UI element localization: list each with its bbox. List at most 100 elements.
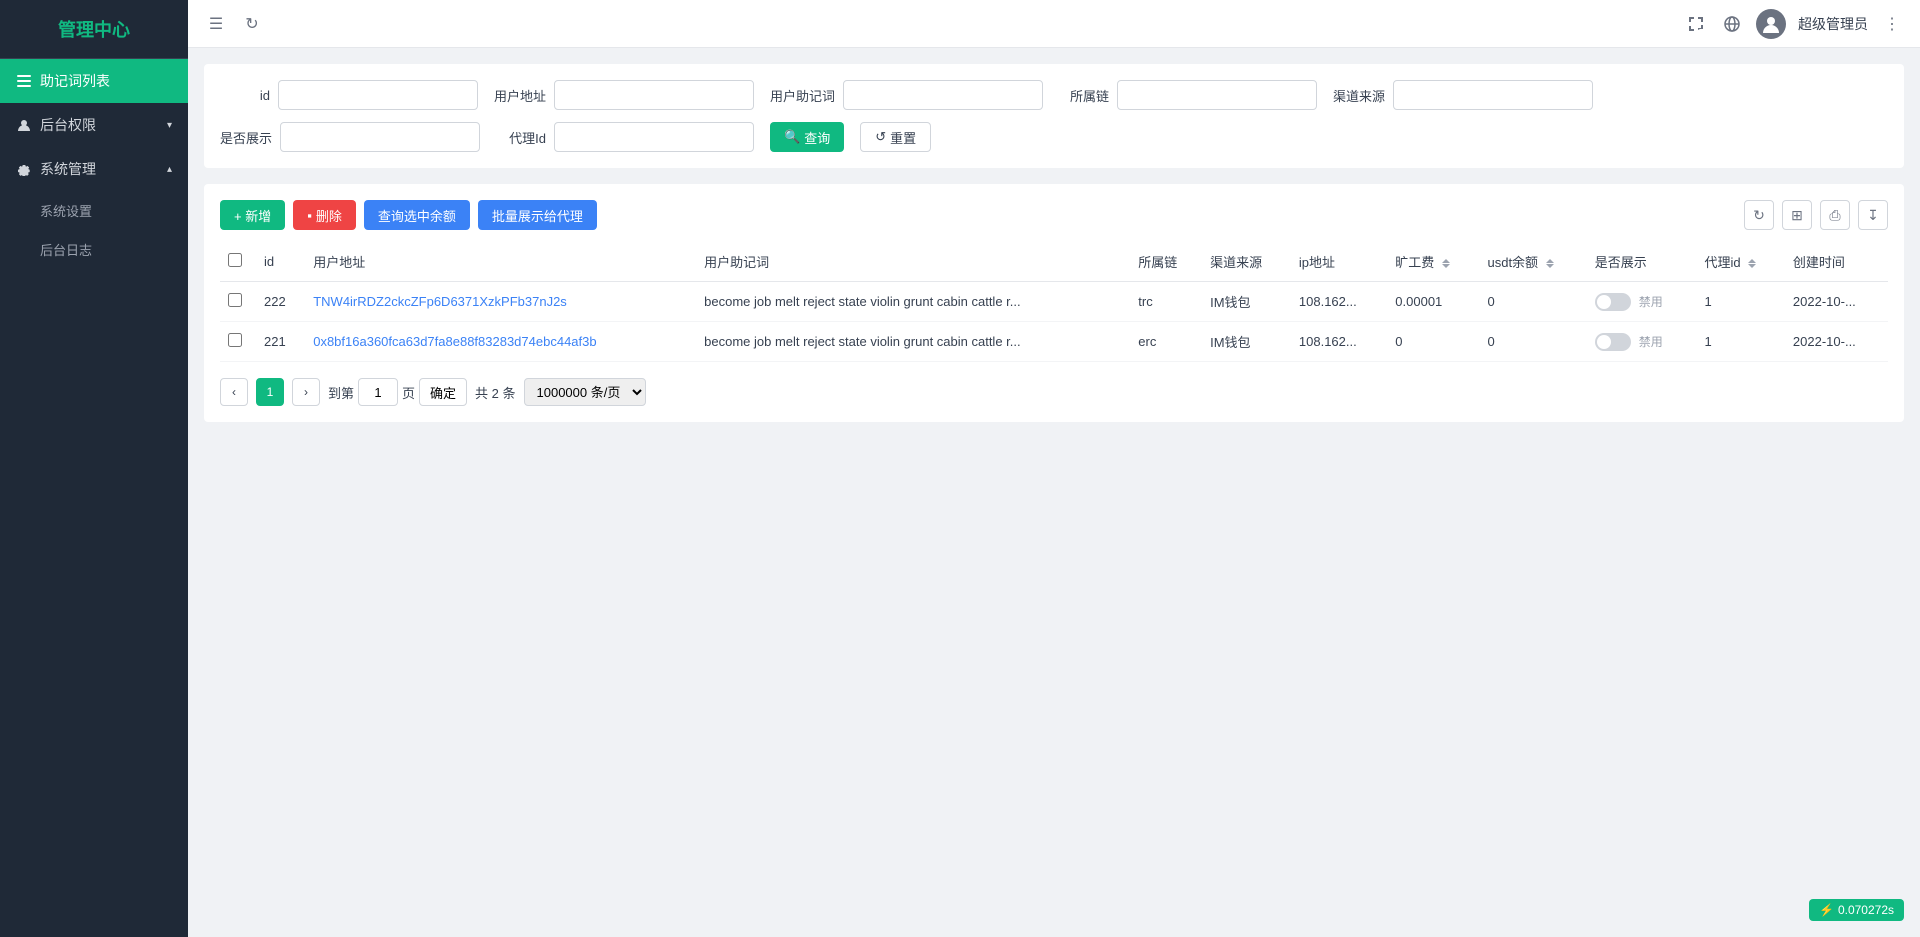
- data-table: id 用户地址 用户助记词 所属链 渠道来源 ip地址 旷工费: [220, 242, 1888, 362]
- more-icon[interactable]: ⋮: [1880, 12, 1904, 36]
- cell-agent-id: 1: [1696, 322, 1784, 362]
- refresh-icon[interactable]: ↻: [240, 12, 264, 36]
- row-checkbox[interactable]: [228, 333, 242, 347]
- goto-input[interactable]: [358, 378, 398, 406]
- total-count: 共 2 条: [475, 383, 515, 402]
- goto-confirm-button[interactable]: 确定: [419, 378, 467, 406]
- col-header-ip: ip地址: [1291, 242, 1387, 282]
- main-area: ☰ ↻ 超级管理员 ⋮ id: [188, 0, 1920, 937]
- page-label: 页: [402, 383, 415, 402]
- query-balance-button[interactable]: 查询选中余额: [364, 200, 470, 230]
- sidebar-sub-item-backend-logs[interactable]: 后台日志: [0, 230, 188, 269]
- user-address-link[interactable]: 0x8bf16a360fca63d7fa8e88f83283d74ebc44af…: [313, 334, 596, 349]
- agent-id-sort-icon[interactable]: [1748, 259, 1756, 268]
- user-mnemonic-input[interactable]: [843, 80, 1043, 110]
- table-columns-button[interactable]: ⊞: [1782, 200, 1812, 230]
- goto-page: 到第 页 确定: [328, 378, 467, 406]
- search-button[interactable]: 🔍 查询: [770, 122, 844, 152]
- col-header-agent-id: 代理id: [1696, 242, 1784, 282]
- sidebar-item-mnemonic-list[interactable]: 助记词列表: [0, 59, 188, 103]
- cell-channel: IM钱包: [1202, 282, 1291, 322]
- avatar: [1756, 9, 1786, 39]
- gear-icon: [16, 161, 32, 177]
- channel-input[interactable]: [1393, 80, 1593, 110]
- sidebar-item-system-management[interactable]: 系统管理 ▴: [0, 147, 188, 191]
- cell-usdt: 0: [1479, 322, 1586, 362]
- col-header-channel: 渠道来源: [1202, 242, 1291, 282]
- display-toggle[interactable]: [1595, 293, 1631, 311]
- cell-usdt: 0: [1479, 282, 1586, 322]
- cell-is-display: 禁用: [1587, 282, 1697, 322]
- page-1-button[interactable]: 1: [256, 378, 284, 406]
- header-right: 超级管理员 ⋮: [1684, 9, 1904, 39]
- chain-input[interactable]: [1117, 80, 1317, 110]
- user-mnemonic-label: 用户助记词: [770, 86, 835, 105]
- cell-channel: IM钱包: [1202, 322, 1291, 362]
- table-print-button[interactable]: ⎙: [1820, 200, 1850, 230]
- search-btn-label: 查询: [804, 128, 830, 147]
- delete-btn-label: 删除: [316, 206, 342, 225]
- batch-show-button[interactable]: 批量展示给代理: [478, 200, 597, 230]
- filter-area: id 用户地址 用户助记词 所属链 渠道来源: [204, 64, 1904, 168]
- prev-page-button[interactable]: ‹: [220, 378, 248, 406]
- col-header-chain: 所属链: [1130, 242, 1202, 282]
- usdt-sort-icon[interactable]: [1546, 259, 1554, 268]
- add-btn-label: + 新增: [234, 206, 271, 225]
- filter-agent-id: 代理Id: [496, 122, 754, 152]
- cell-is-display: 禁用: [1587, 322, 1697, 362]
- header-checkbox-cell: [220, 242, 256, 282]
- row-checkbox-cell: [220, 322, 256, 362]
- fullscreen-icon[interactable]: [1684, 12, 1708, 36]
- row-checkbox[interactable]: [228, 293, 242, 307]
- page-size-select[interactable]: 1000000 条/页 100 条/页 50 条/页 20 条/页 10 条/页: [524, 378, 646, 406]
- sidebar-item-backend-permissions[interactable]: 后台权限 ▾: [0, 103, 188, 147]
- is-display-input[interactable]: [280, 122, 480, 152]
- list-icon: [16, 73, 32, 89]
- sidebar: 管理中心 助记词列表 后台权限 ▾ 系统管理 ▴ 系统设置 后台日志: [0, 0, 188, 937]
- table-export-button[interactable]: ↧: [1858, 200, 1888, 230]
- select-all-checkbox[interactable]: [228, 253, 242, 267]
- header: ☰ ↻ 超级管理员 ⋮: [188, 0, 1920, 48]
- add-button[interactable]: + 新增: [220, 200, 285, 230]
- table-header-row: id 用户地址 用户助记词 所属链 渠道来源 ip地址 旷工费: [220, 242, 1888, 282]
- row-checkbox-cell: [220, 282, 256, 322]
- sidebar-sub-logs-label: 后台日志: [40, 240, 92, 259]
- agent-id-label: 代理Id: [496, 128, 546, 147]
- globe-icon[interactable]: [1720, 12, 1744, 36]
- table-row: 221 0x8bf16a360fca63d7fa8e88f83283d74ebc…: [220, 322, 1888, 362]
- menu-toggle-icon[interactable]: ☰: [204, 12, 228, 36]
- user-icon: [16, 117, 32, 133]
- toolbar-right: ↻ ⊞ ⎙ ↧: [1744, 200, 1888, 230]
- filter-row-1: id 用户地址 用户助记词 所属链 渠道来源: [220, 80, 1888, 110]
- search-icon: 🔍: [784, 129, 800, 145]
- delete-button[interactable]: ▪ 删除: [293, 200, 356, 230]
- sidebar-sub-item-system-settings[interactable]: 系统设置: [0, 191, 188, 230]
- filter-user-mnemonic: 用户助记词: [770, 80, 1043, 110]
- display-toggle[interactable]: [1595, 333, 1631, 351]
- reset-button[interactable]: ↺ 重置: [860, 122, 931, 152]
- bottom-badge: ⚡ 0.070272s: [1809, 899, 1904, 921]
- mining-fee-sort-icon[interactable]: [1442, 259, 1450, 268]
- table-area: + 新增 ▪ 删除 查询选中余额 批量展示给代理 ↻ ⊞: [204, 184, 1904, 422]
- chevron-up-icon: ▴: [167, 164, 172, 175]
- chain-label: 所属链: [1059, 86, 1109, 105]
- agent-id-input[interactable]: [554, 122, 754, 152]
- next-page-button[interactable]: ›: [292, 378, 320, 406]
- cell-id: 222: [256, 282, 305, 322]
- user-address-link[interactable]: TNW4irRDZ2ckcZFp6D6371XzkPFb37nJ2s: [313, 294, 567, 309]
- cell-user-mnemonic: become job melt reject state violin grun…: [696, 282, 1130, 322]
- col-header-usdt: usdt余额: [1479, 242, 1586, 282]
- sidebar-logo: 管理中心: [0, 0, 188, 59]
- filter-channel: 渠道来源: [1333, 80, 1593, 110]
- user-name: 超级管理员: [1798, 14, 1868, 34]
- id-input[interactable]: [278, 80, 478, 110]
- cell-user-address: 0x8bf16a360fca63d7fa8e88f83283d74ebc44af…: [305, 322, 696, 362]
- reset-icon: ↺: [875, 129, 886, 145]
- col-header-id: id: [256, 242, 305, 282]
- col-header-mining-fee: 旷工费: [1387, 242, 1479, 282]
- user-address-input[interactable]: [554, 80, 754, 110]
- columns-icon: ⊞: [1791, 207, 1803, 224]
- chevron-down-icon: ▾: [167, 120, 172, 131]
- sidebar-item-mnemonic-label: 助记词列表: [40, 71, 110, 91]
- table-refresh-button[interactable]: ↻: [1744, 200, 1774, 230]
